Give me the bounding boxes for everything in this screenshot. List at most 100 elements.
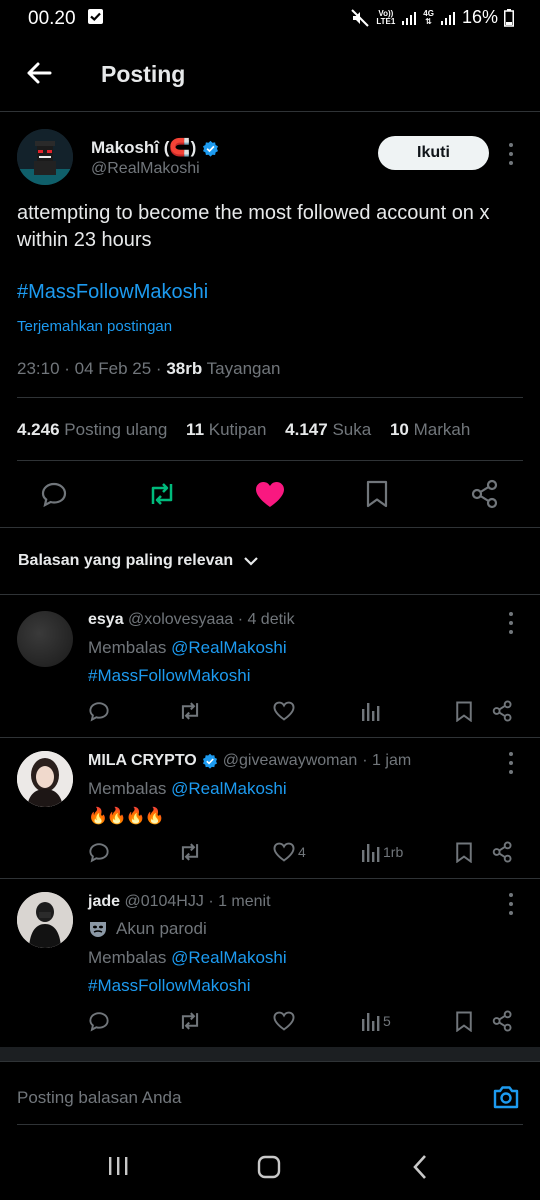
reply-time: · 1 menit [208, 893, 271, 910]
replying-to-link[interactable]: @RealMakoshi [171, 948, 287, 967]
views-button[interactable]: 1rb [362, 842, 403, 862]
verified-badge-icon [202, 753, 218, 769]
reply-author-name[interactable]: MILA CRYPTO [88, 752, 197, 770]
reply-icon[interactable] [40, 480, 68, 508]
quotes-label[interactable]: Kutipan [209, 420, 267, 439]
recent-apps-icon[interactable] [107, 1155, 129, 1177]
reply-time: · 4 detik [237, 611, 295, 628]
views-button[interactable]: 5 [362, 1011, 391, 1031]
author-name-row[interactable]: Makoshî (🧲) [91, 138, 219, 158]
replying-to-link[interactable]: @RealMakoshi [171, 779, 287, 798]
post-stats: 4.246 Posting ulang 11 Kutipan 4.147 Suk… [17, 420, 470, 440]
reply-author-name[interactable]: esya [88, 611, 124, 628]
share-icon[interactable] [492, 841, 513, 863]
battery-level: 16% [461, 7, 498, 27]
more-options-icon[interactable] [508, 752, 514, 774]
author-avatar[interactable] [17, 129, 73, 185]
bookmarks-label[interactable]: Markah [414, 420, 471, 439]
post-text: attempting to become the most followed a… [17, 202, 490, 251]
reply-avatar[interactable] [17, 611, 73, 667]
reply-avatar[interactable] [17, 892, 73, 948]
views-icon[interactable] [362, 1011, 380, 1031]
parody-label-text: Akun parodi [116, 919, 207, 938]
views-icon[interactable] [362, 842, 380, 862]
quotes-count[interactable]: 11 [186, 420, 204, 439]
share-icon[interactable] [471, 479, 499, 509]
notification-icon [88, 9, 103, 24]
reply-sort-dropdown[interactable]: Balasan yang paling relevan [18, 552, 259, 570]
network-type: 4G ⇅ [423, 8, 434, 26]
reply-time: · 1 jam [362, 752, 412, 769]
views-count: 5 [383, 1013, 391, 1029]
replying-to-link[interactable]: @RealMakoshi [171, 638, 287, 657]
section-gap [0, 1047, 540, 1061]
reply-icon[interactable] [88, 700, 110, 722]
share-icon[interactable] [492, 700, 513, 722]
like-icon[interactable] [273, 1011, 295, 1031]
reply-icon[interactable] [88, 841, 110, 863]
reply-author-handle[interactable]: @0104HJJ [124, 893, 203, 910]
repost-icon[interactable] [147, 480, 177, 508]
replying-to: Membalas @RealMakoshi [88, 948, 287, 967]
reposts-label[interactable]: Posting ulang [64, 420, 167, 439]
like-count: 4 [298, 844, 306, 860]
likes-label[interactable]: Suka [332, 420, 371, 439]
post-meta: 23:10 · 04 Feb 25 · 38rb Tayangan [17, 359, 280, 379]
camera-icon[interactable] [492, 1083, 520, 1111]
battery-icon [504, 8, 514, 27]
like-icon[interactable] [273, 842, 295, 862]
signal-icon [401, 10, 417, 26]
reply-author-name[interactable]: jade [88, 893, 120, 910]
parody-label: Akun parodi [88, 919, 207, 939]
reply-author-handle[interactable]: @xolovesyaaa [128, 611, 233, 628]
divider [0, 1061, 540, 1062]
post-hashtag[interactable]: #MassFollowMakoshi [17, 281, 208, 304]
reposts-count[interactable]: 4.246 [17, 420, 60, 439]
repost-icon[interactable] [178, 700, 202, 722]
bookmark-icon[interactable] [365, 480, 389, 508]
mute-icon [350, 8, 370, 28]
back-arrow-icon[interactable] [24, 58, 54, 88]
more-options-icon[interactable] [508, 893, 514, 915]
repost-icon[interactable] [178, 841, 202, 863]
reply-avatar[interactable] [17, 751, 73, 807]
views-label: Tayangan [206, 359, 281, 378]
mask-icon [88, 919, 108, 939]
reply-composer-input[interactable]: Posting balasan Anda [17, 1088, 181, 1108]
divider [17, 397, 523, 398]
system-back-icon[interactable] [411, 1154, 429, 1180]
page-title: Posting [101, 61, 186, 87]
replying-to: Membalas @RealMakoshi [88, 638, 287, 657]
bookmark-icon[interactable] [455, 1011, 473, 1032]
reply-sort-label[interactable]: Balasan yang paling relevan [18, 552, 233, 570]
home-icon[interactable] [257, 1155, 281, 1179]
reply-icon[interactable] [88, 1010, 110, 1032]
repost-icon[interactable] [178, 1010, 202, 1032]
more-options-icon[interactable] [508, 143, 514, 165]
views-count: 1rb [383, 844, 404, 860]
bookmark-icon[interactable] [455, 701, 473, 722]
chevron-down-icon[interactable] [243, 553, 259, 569]
reply-author-handle[interactable]: @giveawaywoman [223, 752, 358, 770]
like-icon[interactable] [255, 481, 285, 508]
author-name[interactable]: Makoshî (🧲) [91, 138, 196, 158]
bookmark-icon[interactable] [455, 842, 473, 863]
likes-count[interactable]: 4.147 [285, 420, 328, 439]
divider [17, 460, 523, 461]
views-icon[interactable] [362, 701, 380, 721]
divider [0, 737, 540, 738]
share-icon[interactable] [492, 1010, 513, 1032]
reply-content[interactable]: #MassFollowMakoshi [88, 976, 251, 996]
divider [0, 878, 540, 879]
more-options-icon[interactable] [508, 612, 514, 634]
clock: 00.20 [28, 8, 76, 29]
translate-link[interactable]: Terjemahkan postingan [17, 318, 172, 335]
follow-button[interactable]: Ikuti [378, 136, 489, 170]
author-handle[interactable]: @RealMakoshi [91, 160, 200, 178]
reply-content[interactable]: #MassFollowMakoshi [88, 666, 251, 686]
like-button[interactable]: 4 [273, 842, 306, 862]
like-icon[interactable] [273, 701, 295, 721]
reply-header: jade @0104HJJ · 1 menit [88, 893, 271, 911]
bookmarks-count[interactable]: 10 [390, 420, 409, 439]
replying-to: Membalas @RealMakoshi [88, 779, 287, 798]
